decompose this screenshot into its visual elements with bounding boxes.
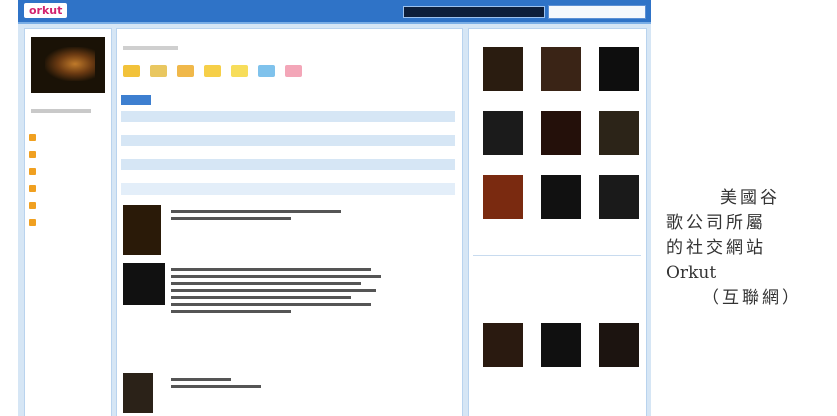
divider (473, 255, 641, 256)
top-right-box[interactable] (548, 5, 646, 19)
album-icon[interactable] (150, 65, 167, 77)
testimonial-icon[interactable] (204, 65, 221, 77)
friend-tile[interactable] (477, 175, 529, 233)
info-row (121, 111, 455, 122)
community-tile[interactable] (477, 323, 529, 381)
friend-tile[interactable] (593, 111, 645, 169)
scrap-item (123, 373, 453, 416)
left-nav (29, 129, 109, 231)
friend-tile[interactable] (535, 175, 587, 233)
community-tile[interactable] (535, 323, 587, 381)
fan-icon[interactable] (258, 65, 275, 77)
photo-caption: 美國谷 歌公司所屬 的社交網站 Orkut （互聯網） (666, 186, 828, 311)
folder-icon (29, 185, 36, 192)
folder-icon (29, 151, 36, 158)
scrap-item (123, 205, 453, 259)
search-input[interactable] (403, 6, 545, 18)
orkut-logo[interactable]: orkut (24, 3, 68, 18)
video-icon[interactable] (177, 65, 194, 77)
caption-line: 歌公司所屬 (666, 213, 766, 233)
browser-screenshot: orkut (18, 0, 651, 416)
profile-subtitle (123, 46, 178, 50)
friend-tile[interactable] (593, 175, 645, 233)
folder-icon (29, 168, 36, 175)
caption-line: 美國谷 (720, 188, 780, 208)
scrap-avatar[interactable] (123, 205, 161, 255)
friends-grid (477, 47, 645, 233)
friend-tile[interactable] (535, 47, 587, 105)
folder-icon (29, 219, 36, 226)
friend-tile[interactable] (593, 47, 645, 105)
caption-line: （互聯網） (702, 288, 802, 308)
left-nav-item[interactable] (29, 146, 109, 163)
profile-subtext (31, 109, 91, 113)
friend-tile[interactable] (535, 111, 587, 169)
info-row (121, 123, 455, 134)
heart-icon[interactable] (285, 65, 302, 77)
main-column (116, 28, 463, 416)
profile-photo[interactable] (31, 37, 105, 93)
top-bar: orkut (18, 0, 651, 24)
info-row (121, 135, 455, 146)
left-nav-item[interactable] (29, 214, 109, 231)
profile-info-table (121, 111, 455, 171)
caption-line: 的社交網站 (666, 238, 766, 258)
scrap-icon[interactable] (123, 65, 140, 77)
star-icon[interactable] (231, 65, 248, 77)
scraps-section-title (121, 183, 455, 195)
action-icons (123, 65, 302, 77)
left-nav-item[interactable] (29, 129, 109, 146)
left-nav-item[interactable] (29, 197, 109, 214)
right-column (468, 28, 647, 416)
left-nav-item[interactable] (29, 180, 109, 197)
community-tile[interactable] (593, 323, 645, 381)
info-row (121, 159, 455, 170)
folder-icon (29, 202, 36, 209)
communities-grid (477, 323, 645, 381)
scrap-avatar[interactable] (123, 373, 153, 413)
scrap-avatar[interactable] (123, 263, 165, 305)
friend-tile[interactable] (477, 47, 529, 105)
folder-icon (29, 134, 36, 141)
caption-line: Orkut (666, 263, 717, 283)
friend-tile[interactable] (477, 111, 529, 169)
profile-button[interactable] (121, 95, 151, 105)
left-sidebar (24, 28, 112, 416)
left-nav-item[interactable] (29, 163, 109, 180)
info-row (121, 147, 455, 158)
scrap-item (123, 263, 453, 359)
